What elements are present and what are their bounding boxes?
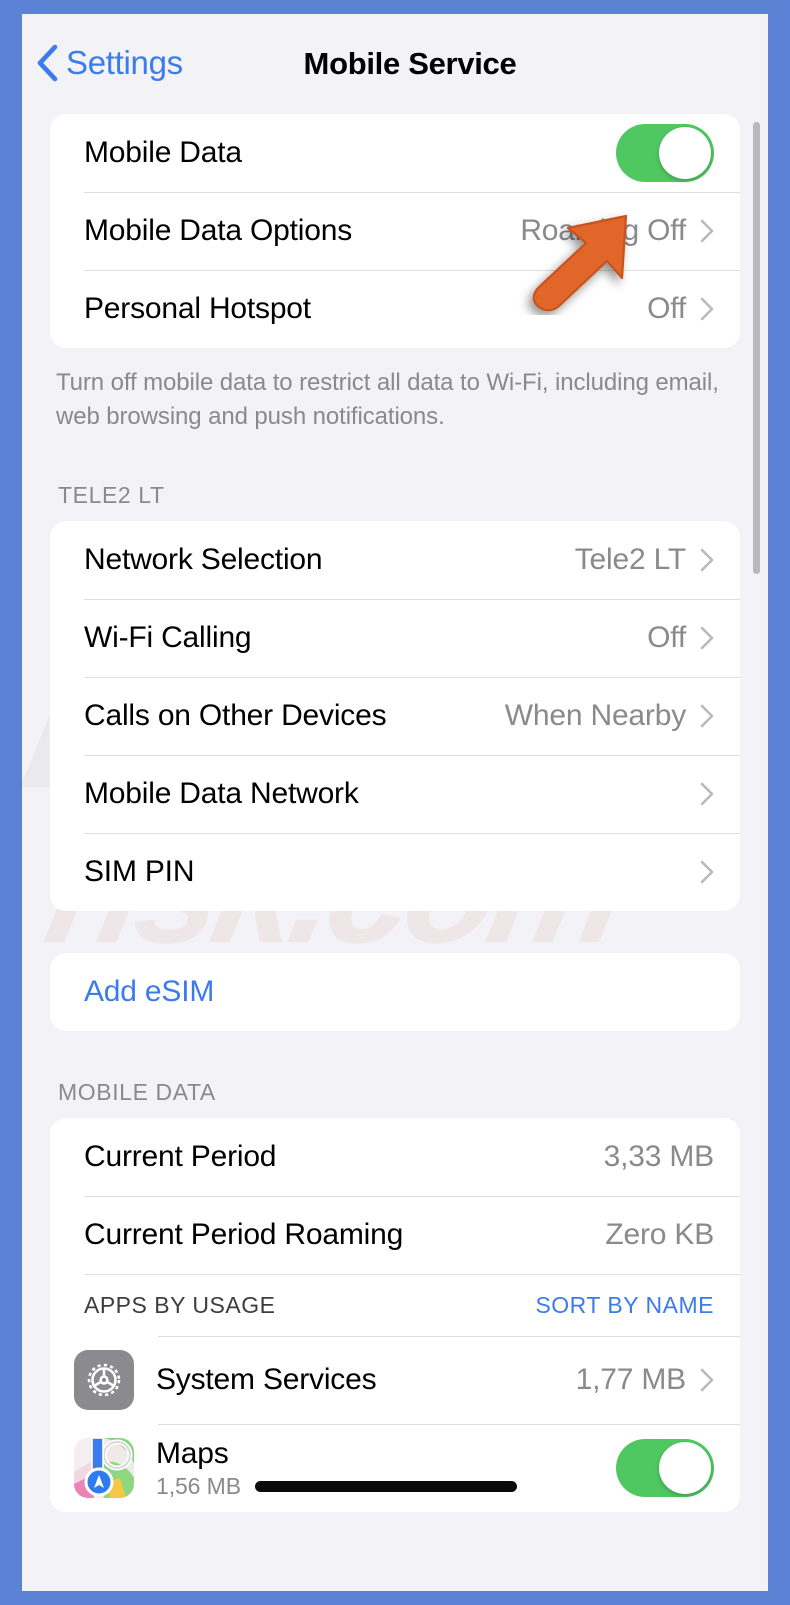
bottom-spacer: [22, 1512, 768, 1552]
mobile-data-toggle[interactable]: [616, 124, 714, 182]
toggle-knob: [659, 1442, 711, 1494]
row-personal-hotspot-label: Personal Hotspot: [84, 292, 311, 325]
row-current-period-roaming-label: Current Period Roaming: [84, 1218, 404, 1251]
chevron-right-icon: [700, 548, 714, 572]
section-header-mobile-data: MOBILE DATA: [58, 1079, 216, 1105]
app-body: System Services: [156, 1363, 576, 1397]
screenshot-frame: PC risk.com Settings Mobile Service Mobi…: [0, 0, 790, 1605]
maps-icon: [74, 1438, 134, 1498]
row-mobile-data-network-label: Mobile Data Network: [84, 777, 359, 810]
esim-group-card: Add eSIM: [50, 953, 740, 1031]
row-current-period-label: Current Period: [84, 1140, 277, 1173]
chevron-right-icon: [700, 860, 714, 884]
row-wifi-calling-label: Wi-Fi Calling: [84, 621, 252, 654]
chevron-right-icon: [700, 704, 714, 728]
vertical-scrollbar[interactable]: [753, 122, 760, 574]
row-network-selection[interactable]: Network Selection Tele2 LT: [50, 521, 740, 599]
maps-toggle[interactable]: [616, 1439, 714, 1497]
row-calls-other-devices-value: When Nearby: [504, 699, 686, 732]
row-wifi-calling-value: Off: [647, 621, 686, 654]
app-size-maps: 1,56 MB: [156, 1472, 241, 1499]
row-current-period-roaming: Current Period Roaming Zero KB: [50, 1196, 740, 1274]
row-personal-hotspot-value: Off: [647, 292, 686, 325]
apps-by-usage-title: APPS BY USAGE: [84, 1291, 276, 1318]
app-row-maps[interactable]: Maps 1,56 MB: [50, 1424, 740, 1512]
mobile-data-usage-card: Current Period 3,33 MB Current Period Ro…: [50, 1118, 740, 1512]
sort-by-name-button[interactable]: SORT BY NAME: [535, 1292, 714, 1319]
chevron-right-icon: [700, 297, 714, 321]
apps-by-usage-header: APPS BY USAGE SORT BY NAME: [50, 1274, 740, 1336]
mobile-data-footnote: Turn off mobile data to restrict all dat…: [56, 369, 719, 430]
row-mobile-data-options[interactable]: Mobile Data Options Roaming Off: [50, 192, 740, 270]
app-name-maps: Maps: [156, 1436, 229, 1470]
row-network-selection-label: Network Selection: [84, 543, 323, 576]
row-wifi-calling[interactable]: Wi-Fi Calling Off: [50, 599, 740, 677]
toggle-knob: [659, 127, 711, 179]
app-usage-system-services: 1,77 MB: [575, 1363, 687, 1396]
page-title: Mobile Service: [303, 46, 517, 81]
row-mobile-data-options-label: Mobile Data Options: [84, 214, 353, 247]
row-mobile-data-network[interactable]: Mobile Data Network: [50, 755, 740, 833]
chevron-right-icon: [700, 219, 714, 243]
app-body: Maps 1,56 MB: [156, 1437, 616, 1500]
section-header-carrier: TELE2 LT: [58, 482, 165, 508]
mobile-data-group-card: Mobile Data Mobile Data Options Roaming …: [50, 114, 740, 348]
chevron-right-icon: [700, 626, 714, 650]
row-mobile-data-label: Mobile Data: [84, 136, 242, 169]
row-sim-pin-label: SIM PIN: [84, 855, 195, 888]
redaction-bar: [254, 1480, 517, 1492]
carrier-group-card: Network Selection Tele2 LT Wi-Fi Calling…: [50, 521, 740, 911]
row-mobile-data-options-value: Roaming Off: [520, 214, 686, 247]
row-current-period: Current Period 3,33 MB: [50, 1118, 740, 1196]
row-personal-hotspot[interactable]: Personal Hotspot Off: [50, 270, 740, 348]
row-sim-pin[interactable]: SIM PIN: [50, 833, 740, 911]
navigation-bar: Settings Mobile Service: [22, 14, 768, 114]
app-row-system-services[interactable]: System Services 1,77 MB: [50, 1336, 740, 1424]
row-network-selection-value: Tele2 LT: [574, 543, 686, 576]
row-add-esim[interactable]: Add eSIM: [50, 953, 740, 1031]
row-calls-other-devices[interactable]: Calls on Other Devices When Nearby: [50, 677, 740, 755]
chevron-right-icon: [700, 782, 714, 806]
gear-icon: [74, 1350, 134, 1410]
settings-scroll-content: Mobile Data Mobile Data Options Roaming …: [22, 114, 768, 1552]
row-calls-other-devices-label: Calls on Other Devices: [84, 699, 387, 732]
app-subrow: 1,56 MB: [156, 1473, 616, 1500]
chevron-right-icon: [700, 1368, 714, 1392]
app-name-system-services: System Services: [156, 1363, 377, 1396]
row-mobile-data[interactable]: Mobile Data: [50, 114, 740, 192]
row-current-period-value: 3,33 MB: [603, 1140, 715, 1173]
row-current-period-roaming-value: Zero KB: [605, 1218, 714, 1251]
add-esim-label: Add eSIM: [84, 975, 215, 1008]
phone-screen: PC risk.com Settings Mobile Service Mobi…: [22, 14, 768, 1591]
